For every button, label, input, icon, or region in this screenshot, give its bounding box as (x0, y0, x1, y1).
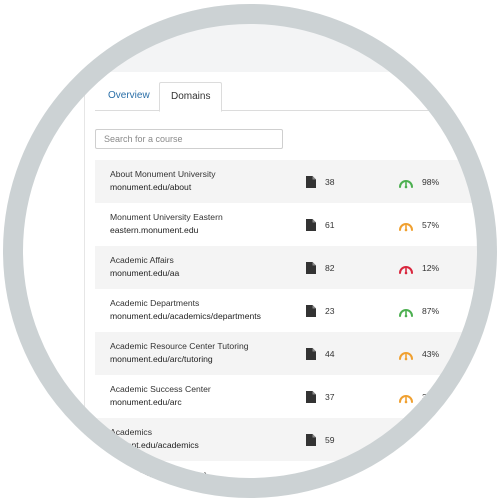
domain-list: About Monument University monument.edu/ab… (95, 160, 500, 502)
document-icon (306, 433, 316, 446)
table-row[interactable]: ...iam (Summer Program) (95, 461, 500, 502)
document-icon (306, 347, 316, 360)
score-percent: 3 (422, 392, 427, 402)
table-row[interactable]: Academic Resource Center Tutoring monumen… (95, 332, 500, 375)
document-icon (306, 390, 316, 403)
domain-url: monument.edu/academics/departments (110, 311, 261, 321)
gauge-icon (398, 262, 414, 275)
document-icon (306, 304, 316, 317)
table-row[interactable]: About Monument University monument.edu/ab… (95, 160, 500, 203)
top-area (84, 0, 500, 72)
page-count: 44 (325, 349, 335, 359)
gauge-icon (398, 391, 414, 404)
search-input[interactable] (95, 129, 283, 149)
table-row[interactable]: Academic Departments monument.edu/academi… (95, 289, 500, 332)
score-percent: 43% (422, 349, 440, 359)
domain-url: eastern.monument.edu (110, 225, 199, 235)
domain-name: Academics (110, 427, 153, 437)
domain-name: ...iam (Summer Program) (110, 470, 207, 480)
domain-url: nument.edu/academics (110, 440, 199, 450)
domain-url: monument.edu/arc/tutoring (110, 354, 213, 364)
score-percent: 57% (422, 220, 440, 230)
gauge-icon (398, 348, 414, 361)
tab-bar: Overview Domains (95, 82, 500, 112)
score-percent: 12% (422, 263, 440, 273)
document-icon (306, 218, 316, 231)
gauge-icon (398, 219, 414, 232)
document-icon (306, 261, 316, 274)
tab-overview[interactable]: Overview (97, 82, 161, 110)
gauge-icon (398, 176, 414, 189)
domain-name: Monument University Eastern (110, 212, 223, 222)
page-count: 61 (325, 220, 335, 230)
page-count: 23 (325, 306, 335, 316)
domain-url: monument.edu/arc (110, 397, 182, 407)
domains-panel: Overview Domains About Monument Universi… (84, 72, 500, 502)
domain-name: Academic Affairs (110, 255, 174, 265)
domain-url: monument.edu/about (110, 182, 192, 192)
page-count: 59 (325, 435, 335, 445)
domain-name: About Monument University (110, 169, 216, 179)
tab-domains[interactable]: Domains (159, 82, 223, 112)
page-count: 82 (325, 263, 335, 273)
score-percent: 98% (422, 177, 440, 187)
domain-url: monument.edu/aa (110, 268, 180, 278)
table-row[interactable]: Academic Success Center monument.edu/arc 3… (95, 375, 500, 418)
table-row[interactable]: Academic Affairs monument.edu/aa 82 12% (95, 246, 500, 289)
domain-name: Academic Resource Center Tutoring (110, 341, 249, 351)
gauge-icon (398, 305, 414, 318)
table-row[interactable]: Monument University Eastern eastern.monum… (95, 203, 500, 246)
page-count: 37 (325, 392, 335, 402)
table-row[interactable]: Academics nument.edu/academics 59 (95, 418, 500, 461)
page-count: 38 (325, 177, 335, 187)
domain-name: Academic Success Center (110, 384, 211, 394)
score-percent: 87% (422, 306, 440, 316)
document-icon (306, 175, 316, 188)
domain-name: Academic Departments (110, 298, 200, 308)
screenshot-stage: Overview Domains About Monument Universi… (0, 0, 500, 502)
